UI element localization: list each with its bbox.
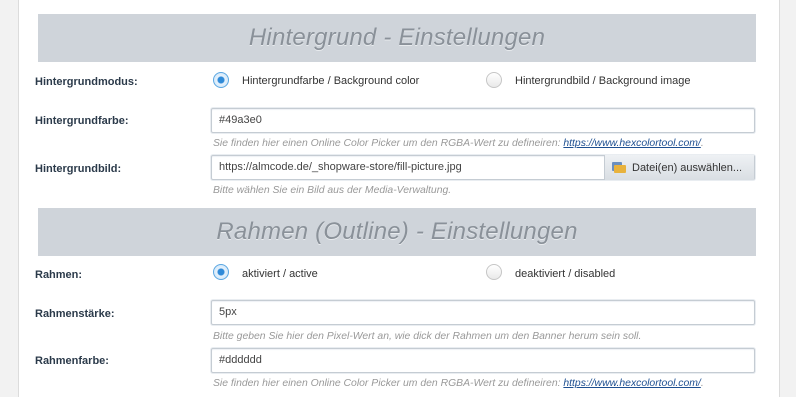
background-image-value: https://almcode.de/_shopware-store/fill-… — [219, 161, 462, 173]
border-width-input[interactable]: 5px — [211, 300, 755, 325]
hexcolortool-link-2[interactable]: https://www.hexcolortool.com/ — [563, 378, 700, 389]
background-color-help-text: Sie finden hier einen Online Color Picke… — [213, 138, 564, 149]
border-width-label: Rahmenstärke: — [35, 308, 115, 320]
border-label: Rahmen: — [35, 269, 83, 281]
radio-background-image[interactable] — [486, 72, 502, 88]
section-title-border: Rahmen (Outline) - Einstellungen — [216, 218, 578, 245]
hexcolortool-link[interactable]: https://www.hexcolortool.com/ — [563, 138, 700, 149]
background-mode-label: Hintergrundmodus: — [35, 76, 138, 88]
select-files-button[interactable]: Datei(en) auswählen... — [604, 155, 754, 180]
section-header-background: Hintergrund - Einstellungen — [38, 14, 756, 62]
section-title-background: Hintergrund - Einstellungen — [248, 24, 546, 51]
section-header-border: Rahmen (Outline) - Einstellungen — [38, 208, 756, 256]
radio-border-disabled-label[interactable]: deaktiviert / disabled — [515, 268, 615, 280]
background-color-input[interactable]: #49a3e0 — [211, 108, 755, 133]
radio-border-disabled[interactable] — [486, 264, 502, 280]
radio-border-active-label[interactable]: aktiviert / active — [242, 268, 318, 280]
border-width-help: Bitte geben Sie hier den Pixel-Wert an, … — [213, 331, 642, 342]
border-color-help-suffix: . — [700, 378, 704, 389]
select-files-label: Datei(en) auswählen... — [632, 161, 743, 174]
border-color-help-text: Sie finden hier einen Online Color Picke… — [213, 378, 564, 389]
radio-background-color-label[interactable]: Hintergrundfarbe / Background color — [242, 75, 419, 87]
radio-background-image-label[interactable]: Hintergrundbild / Background image — [515, 75, 691, 87]
image-folder-icon — [612, 161, 627, 174]
radio-border-active[interactable] — [213, 264, 229, 280]
background-color-label: Hintergrundfarbe: — [35, 115, 129, 127]
radio-background-color[interactable] — [213, 72, 229, 88]
border-color-label: Rahmenfarbe: — [35, 355, 109, 367]
background-color-help: Sie finden hier einen Online Color Picke… — [213, 138, 704, 149]
background-image-help: Bitte wählen Sie ein Bild aus der Media-… — [213, 185, 452, 196]
border-color-input[interactable]: #dddddd — [211, 348, 755, 373]
border-color-help: Sie finden hier einen Online Color Picke… — [213, 378, 704, 389]
background-image-label: Hintergrundbild: — [35, 163, 122, 175]
background-color-help-suffix: . — [700, 138, 704, 149]
